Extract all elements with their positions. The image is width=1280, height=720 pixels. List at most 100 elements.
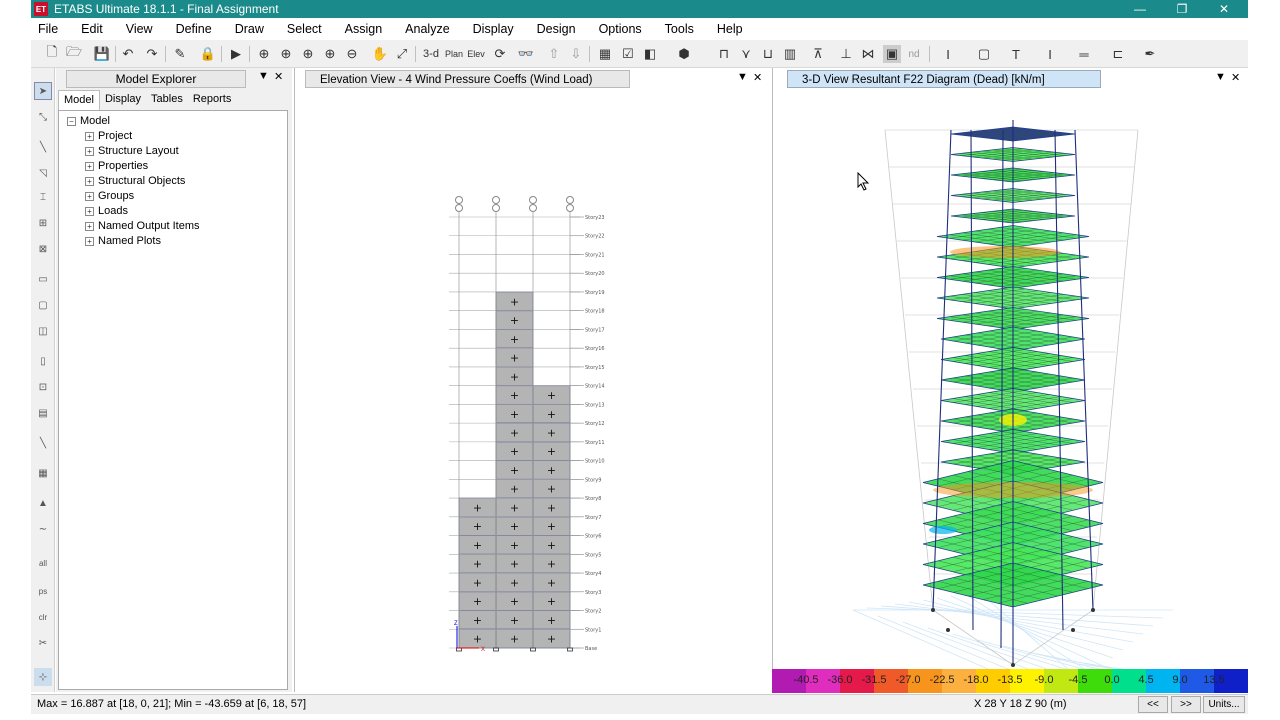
tree-item-structure-layout[interactable]: + Structure Layout [85, 145, 179, 157]
text-icon[interactable]: I [939, 45, 957, 63]
zoom-full-icon[interactable]: ⊕ [299, 45, 317, 63]
tree-item-groups[interactable]: + Groups [85, 190, 134, 202]
elevation-view-panel[interactable]: Elevation View - 4 Wind Pressure Coeffs … [294, 68, 770, 692]
menu-options[interactable]: Options [599, 22, 642, 36]
collapse-icon[interactable]: − [67, 116, 76, 126]
pointer-icon[interactable]: ➤ [34, 82, 52, 100]
draw-pier-icon[interactable]: ⊡ [34, 378, 52, 396]
draw-brace-tool-icon[interactable]: ⊠ [34, 240, 52, 258]
nd-button[interactable]: nd [905, 45, 923, 63]
menu-assign[interactable]: Assign [345, 22, 383, 36]
panel-menu-icon[interactable]: ▼ [1215, 71, 1226, 83]
intersect-icon[interactable]: ✂ [34, 634, 52, 652]
units-button[interactable]: Units... [1203, 696, 1245, 713]
draw-wave-icon[interactable]: ∼ [34, 520, 52, 538]
rubber-band-icon[interactable]: ⤢ [393, 45, 411, 63]
expand-icon[interactable]: + [85, 206, 94, 216]
linetype-icon[interactable]: ═ [1075, 45, 1093, 63]
zoom-in-icon[interactable]: ⊕ [321, 45, 339, 63]
elevation-view-tab[interactable]: Elevation View - 4 Wind Pressure Coeffs … [305, 70, 630, 88]
draw-beam-icon[interactable]: ⊞ [34, 214, 52, 232]
pen-color-icon[interactable]: ✒ [1141, 45, 1159, 63]
tree-item-named-plots[interactable]: + Named Plots [85, 235, 161, 247]
previous-selection-icon[interactable]: ps [34, 582, 52, 600]
panel-close-icon[interactable]: ✕ [274, 70, 283, 83]
elevation-drawing[interactable]: + + + + + + + + + + + + + + + + + + + + + + + + + + + + + + + + + + + + + + + +… [295, 90, 771, 690]
new-model-icon[interactable]: 🗋 [43, 44, 61, 63]
rotate-icon[interactable]: ⟳ [491, 45, 509, 63]
draw-grid-icon[interactable]: ▦ [34, 464, 52, 482]
tab-display[interactable]: Display [100, 90, 146, 110]
move-up-icon[interactable]: ⇧ [545, 45, 563, 63]
zoom-out-icon[interactable]: ⊖ [343, 45, 361, 63]
tab-model[interactable]: Model [58, 90, 100, 110]
restore-button[interactable]: ❐ [1161, 0, 1203, 18]
restraint-icon[interactable]: ⊥ [837, 45, 855, 63]
draw-rect-floor-icon[interactable]: ▢ [34, 296, 52, 314]
set-display-icon[interactable]: ◧ [641, 45, 659, 63]
menu-view[interactable]: View [126, 22, 153, 36]
draw-grid-wall-icon[interactable]: ▥ [781, 45, 799, 63]
draw-line-icon[interactable]: ╲ [34, 138, 52, 156]
menu-select[interactable]: Select [287, 22, 322, 36]
area-icon[interactable]: ⊏ [1109, 45, 1127, 63]
3d-view-tab[interactable]: 3-D View Resultant F22 Diagram (Dead) [k… [787, 70, 1101, 88]
tree-item-structural-objects[interactable]: + Structural Objects [85, 175, 185, 187]
draw-floor-icon[interactable]: ▭ [34, 270, 52, 288]
3d-view-panel[interactable]: 3-D View Resultant F22 Diagram (Dead) [k… [772, 68, 1248, 692]
spring-icon[interactable]: ⋈ [859, 45, 877, 63]
zoom-restore-icon[interactable]: ⊕ [277, 45, 295, 63]
expand-icon[interactable]: + [85, 191, 94, 201]
save-icon[interactable]: 💾 [93, 45, 111, 63]
tree-item-named-output-items[interactable]: + Named Output Items [85, 220, 200, 232]
pan-icon[interactable]: ✋ [371, 45, 389, 63]
lock-icon[interactable]: 🔒 [199, 45, 217, 63]
menu-edit[interactable]: Edit [81, 22, 103, 36]
check-icon[interactable]: ☑ [619, 45, 637, 63]
select-all-icon[interactable]: ▦ [596, 45, 614, 63]
object-shrink-icon[interactable]: ⬢ [675, 45, 693, 63]
perspective-icon[interactable]: 👓 [517, 45, 535, 63]
reshape-icon[interactable]: ⤡ [34, 108, 52, 126]
draw-opening-icon[interactable]: ◫ [34, 322, 52, 340]
open-icon[interactable]: 🗁 [65, 44, 83, 63]
next-button[interactable]: >> [1171, 696, 1201, 713]
view-3d-button[interactable]: 3-d [419, 45, 443, 63]
elevation-view-button[interactable]: Elev [467, 45, 485, 63]
draw-dimension-icon[interactable]: ▲ [34, 494, 52, 512]
menu-design[interactable]: Design [537, 22, 576, 36]
show-undeformed-icon[interactable]: ▣ [883, 45, 901, 63]
panel-close-icon[interactable]: ✕ [753, 71, 762, 84]
panel-menu-icon[interactable]: ▼ [258, 70, 269, 82]
plan-view-button[interactable]: Plan [445, 45, 463, 63]
move-down-icon[interactable]: ⇩ [567, 45, 585, 63]
menu-help[interactable]: Help [717, 22, 743, 36]
draw-wall-tool-icon[interactable]: ▯ [34, 352, 52, 370]
clear-selection-icon[interactable]: clr [34, 608, 52, 626]
previous-button[interactable]: << [1138, 696, 1168, 713]
panel-menu-icon[interactable]: ▼ [737, 71, 748, 83]
select-all-tool-icon[interactable]: all [34, 554, 52, 572]
tab-reports[interactable]: Reports [188, 90, 237, 110]
draw-frame-icon[interactable]: ⊓ [715, 45, 733, 63]
panel-close-icon[interactable]: ✕ [1231, 71, 1240, 84]
expand-icon[interactable]: + [85, 161, 94, 171]
draw-brace-icon[interactable]: ⋎ [737, 45, 755, 63]
run-analysis-icon[interactable]: ▶ [227, 45, 245, 63]
tree-item-properties[interactable]: + Properties [85, 160, 148, 172]
tree-root[interactable]: − Model [67, 115, 110, 127]
draw-diagonal-icon[interactable]: ◹ [34, 164, 52, 182]
draw-spandrel-icon[interactable]: ▤ [34, 404, 52, 422]
tab-tables[interactable]: Tables [146, 90, 188, 110]
menu-draw[interactable]: Draw [235, 22, 264, 36]
undo-icon[interactable]: ↶ [119, 45, 137, 63]
draw-link-tool-icon[interactable]: ╲ [34, 434, 52, 452]
expand-icon[interactable]: + [85, 221, 94, 231]
expand-icon[interactable]: + [85, 176, 94, 186]
redo-icon[interactable]: ↷ [143, 45, 161, 63]
menu-tools[interactable]: Tools [665, 22, 694, 36]
fill-icon[interactable]: ▢ [975, 45, 993, 63]
draw-wall-icon[interactable]: ⊔ [759, 45, 777, 63]
section-icon[interactable]: T [1007, 45, 1025, 63]
menu-define[interactable]: Define [176, 22, 212, 36]
